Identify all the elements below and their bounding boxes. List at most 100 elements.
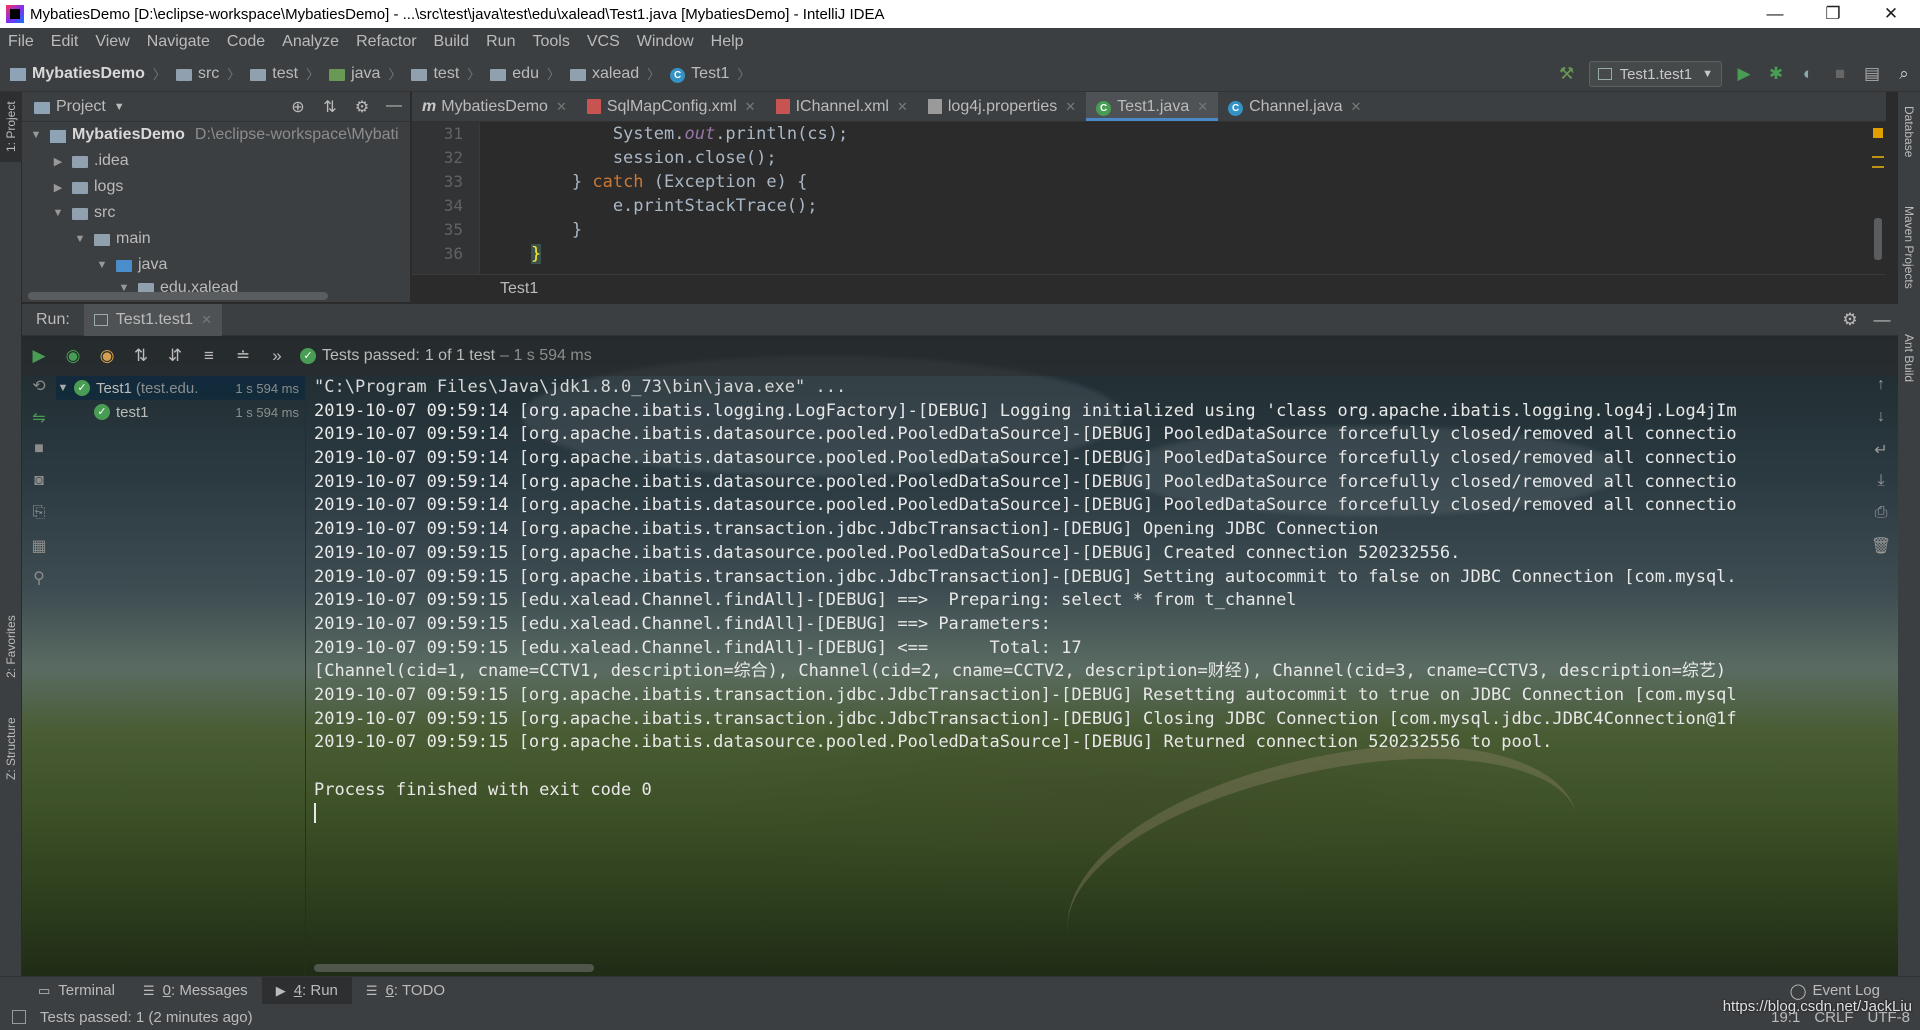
camera-icon[interactable]: ◙	[22, 472, 56, 504]
menu-file[interactable]: File	[0, 33, 43, 51]
marker[interactable]	[1872, 156, 1884, 158]
hide-icon[interactable]: —	[1866, 310, 1898, 330]
menu-analyze[interactable]: Analyze	[274, 33, 348, 51]
tool-tab-ant-build[interactable]: Ant Build	[1898, 318, 1920, 398]
menu-build[interactable]: Build	[426, 33, 479, 51]
tool-tab-structure[interactable]: Z: Structure	[0, 704, 22, 794]
menu-edit[interactable]: Edit	[43, 33, 88, 51]
pin-icon[interactable]: ⚲	[22, 568, 56, 600]
export-icon[interactable]: ⎘	[22, 504, 56, 536]
tool-tab-favorites[interactable]: 2: Favorites	[0, 602, 22, 692]
breadcrumb-java[interactable]: java 〉	[329, 64, 401, 83]
show-passed-icon[interactable]: ◉	[56, 346, 90, 366]
tab-log4j-properties[interactable]: log4j.properties ✕	[918, 92, 1086, 121]
menu-refactor[interactable]: Refactor	[348, 33, 425, 51]
breadcrumb-src[interactable]: src 〉	[175, 64, 240, 83]
tool-tab-run[interactable]: ▶ 4: Run	[261, 976, 352, 1005]
code-editor[interactable]: 31 32 33 34 35 36 System.out.println(cs)…	[412, 122, 1886, 274]
gear-icon[interactable]: ⚙	[346, 97, 378, 117]
tab-channel-java[interactable]: C Channel.java ✕	[1218, 92, 1371, 121]
menu-code[interactable]: Code	[219, 33, 274, 51]
menu-window[interactable]: Window	[629, 33, 703, 51]
expand-all-icon[interactable]: ≡	[192, 346, 226, 366]
show-ignored-icon[interactable]: ◉	[90, 346, 124, 366]
collapse-all-icon[interactable]: ≐	[226, 346, 260, 366]
tab-sqlmapconfig[interactable]: SqlMapConfig.xml ✕	[577, 92, 766, 121]
soft-wrap-icon[interactable]: ↵	[1864, 440, 1898, 472]
console-hscrollbar[interactable]	[314, 964, 594, 972]
down-arrow-icon[interactable]: ↓	[1864, 408, 1898, 440]
menu-help[interactable]: Help	[703, 33, 753, 51]
tree-item-root[interactable]: ▼ MybatiesDemo D:\eclipse-workspace\Myba…	[22, 122, 410, 148]
trash-icon[interactable]: 🗑	[1864, 536, 1898, 568]
project-view-selector[interactable]: Project	[56, 98, 106, 116]
layout-icon[interactable]: ▦	[22, 536, 56, 568]
close-icon[interactable]: ✕	[1065, 99, 1076, 115]
menu-navigate[interactable]: Navigate	[139, 33, 219, 51]
breadcrumb-xalead[interactable]: xalead 〉	[570, 64, 660, 83]
collapse-icon[interactable]: ⇅	[314, 97, 346, 117]
breadcrumb-test1[interactable]: C Test1 〉	[670, 64, 750, 83]
tree-item-java[interactable]: ▼ java	[22, 252, 410, 278]
close-icon[interactable]: ✕	[1197, 99, 1208, 115]
status-message[interactable]: Tests passed: 1 (2 minutes ago)	[40, 1009, 253, 1026]
close-icon[interactable]: ✕	[556, 99, 567, 115]
close-icon[interactable]: ✕	[1351, 99, 1362, 115]
rerun-failed-icon[interactable]: ⟲	[22, 376, 56, 408]
hide-icon[interactable]: —	[378, 97, 410, 117]
project-hscrollbar[interactable]	[28, 292, 328, 300]
menu-view[interactable]: View	[87, 33, 138, 51]
menu-tools[interactable]: Tools	[524, 33, 578, 51]
warning-marker-icon[interactable]	[1873, 128, 1883, 138]
stop-icon[interactable]: ■	[1824, 56, 1856, 92]
breadcrumb-test[interactable]: test 〉	[250, 64, 319, 83]
menu-run[interactable]: Run	[478, 33, 524, 51]
run-configuration-select[interactable]: Test1.test1 ▼	[1588, 61, 1722, 87]
tool-tab-messages[interactable]: ☰ 0: Messages	[129, 977, 262, 1005]
editor-structure-breadcrumb[interactable]: Test1	[412, 274, 1886, 302]
tree-item-logs[interactable]: ▶ logs	[22, 174, 410, 200]
close-icon[interactable]: ✕	[745, 99, 756, 115]
breadcrumb-project[interactable]: MybatiesDemo 〉	[10, 64, 166, 83]
restore-button[interactable]: ❐	[1804, 0, 1862, 28]
tool-tab-database[interactable]: Database	[1898, 92, 1920, 172]
print-icon[interactable]: ⎙	[1864, 504, 1898, 536]
tool-tab-terminal[interactable]: ▭ Terminal	[24, 977, 129, 1005]
stop-icon[interactable]: ■	[22, 440, 56, 472]
locate-icon[interactable]: ⊕	[282, 97, 314, 117]
coverage-icon[interactable]: ◐	[1792, 56, 1824, 92]
toggle-auto-test-icon[interactable]: ⇋	[22, 408, 56, 440]
tool-tab-maven[interactable]: Maven Projects	[1898, 182, 1920, 312]
tool-windows-icon[interactable]	[12, 1010, 26, 1024]
sort-alpha-icon[interactable]: ⇅	[124, 346, 158, 366]
close-icon[interactable]: ✕	[897, 99, 908, 115]
tool-tab-project[interactable]: 1: Project	[0, 92, 22, 162]
more-icon[interactable]: »	[260, 346, 294, 366]
rerun-icon[interactable]: ▶	[22, 346, 56, 366]
build-hammer-icon[interactable]: ⚒	[1551, 56, 1583, 92]
code-content[interactable]: System.out.println(cs); session.close();…	[480, 122, 1886, 274]
tree-item-src[interactable]: ▼ src	[22, 200, 410, 226]
menu-vcs[interactable]: VCS	[579, 33, 629, 51]
tool-tab-todo[interactable]: ☰ 6: TODO	[352, 977, 459, 1005]
breadcrumb-edu[interactable]: edu 〉	[490, 64, 560, 83]
marker[interactable]	[1872, 166, 1884, 168]
run-tab-test1[interactable]: Test1.test1 ✕	[83, 303, 223, 336]
console-input-line[interactable]	[314, 802, 1874, 826]
tab-mybatiesdemo[interactable]: m MybatiesDemo ✕	[412, 92, 577, 121]
search-icon[interactable]: ⌕	[1888, 56, 1920, 92]
gear-icon[interactable]: ⚙	[1834, 310, 1866, 330]
run-icon[interactable]: ▶	[1728, 56, 1760, 92]
sort-duration-icon[interactable]: ⇵	[158, 346, 192, 366]
debug-icon[interactable]: ✱	[1760, 56, 1792, 92]
scroll-to-end-icon[interactable]: ⤓	[1864, 472, 1898, 504]
tree-item-idea[interactable]: ▶ .idea	[22, 148, 410, 174]
test-case-row[interactable]: ✓ test1 1 s 594 ms	[56, 400, 305, 424]
console-output[interactable]: "C:\Program Files\Java\jdk1.8.0_73\bin\j…	[314, 376, 1874, 976]
minimize-button[interactable]: —	[1746, 0, 1804, 28]
tab-test1-java[interactable]: C Test1.java ✕	[1086, 92, 1219, 121]
up-arrow-icon[interactable]: ↑	[1864, 376, 1898, 408]
close-button[interactable]: ✕	[1862, 0, 1920, 28]
event-log-button[interactable]: ◯ Event Log	[1790, 982, 1880, 1000]
editor-vscrollbar[interactable]	[1874, 218, 1882, 260]
